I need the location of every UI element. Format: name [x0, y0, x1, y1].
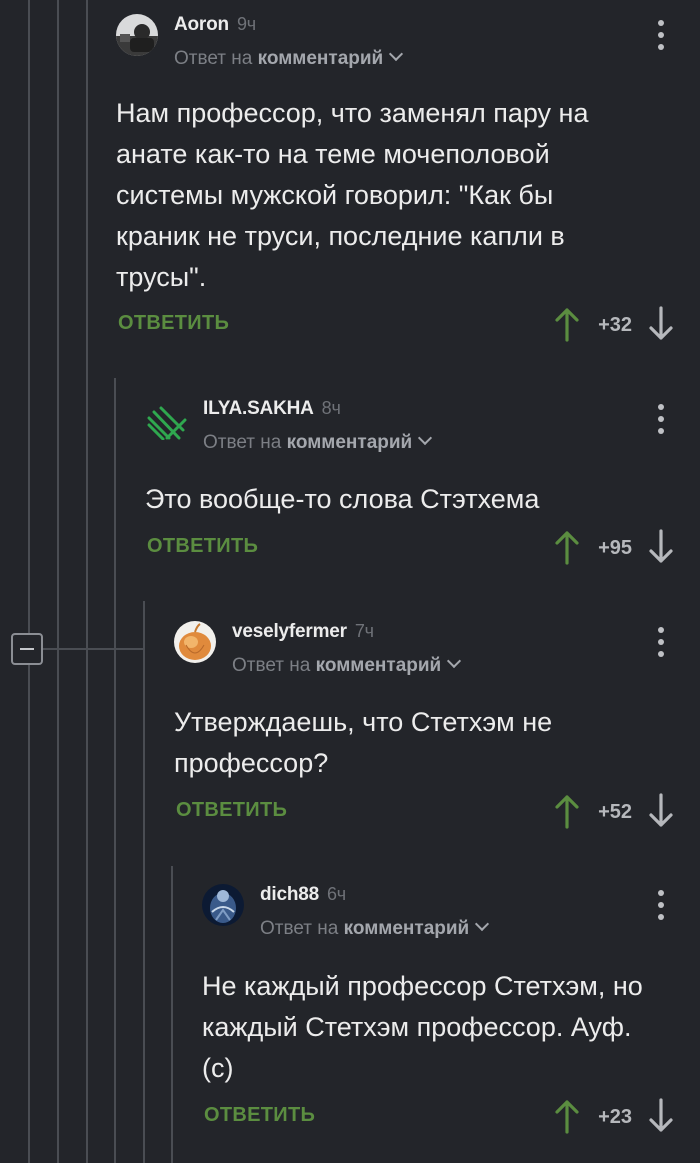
avatar[interactable]: [174, 621, 216, 663]
thread-line: [114, 378, 116, 1163]
comment-text: Это вообще-то слова Стэтхема: [145, 484, 540, 514]
rating-score: +95: [598, 537, 632, 559]
upvote-icon[interactable]: [552, 529, 582, 565]
reply-button[interactable]: ОТВЕТИТЬ: [147, 535, 258, 558]
reply-to-link[interactable]: Ответ на комментарий: [232, 653, 462, 677]
comment-time: 7ч: [354, 621, 374, 641]
comment-actions: ОТВЕТИТЬ +52: [174, 793, 700, 833]
author-name[interactable]: dich88 6ч: [260, 884, 346, 906]
collapse-thread-button[interactable]: [11, 633, 43, 665]
author-name[interactable]: ILYA.SAKHA 8ч: [203, 398, 341, 420]
comment: ILYA.SAKHA 8ч Ответ на комментарий Это во…: [145, 398, 700, 578]
comment-time: 8ч: [321, 398, 341, 418]
thread-line: [171, 866, 173, 1163]
comment-time: 9ч: [236, 14, 256, 34]
comment: veselyfermer 7ч Ответ на комментарий Утве…: [174, 621, 700, 841]
avatar[interactable]: [202, 884, 244, 926]
rating-score: +23: [598, 1106, 632, 1128]
reply-to-link[interactable]: Ответ на комментарий: [260, 916, 490, 940]
avatar[interactable]: [145, 398, 187, 440]
downvote-icon[interactable]: [646, 529, 676, 565]
thread-line: [57, 0, 59, 1163]
thread-line: [143, 601, 145, 1163]
reply-button[interactable]: ОТВЕТИТЬ: [176, 799, 287, 822]
thread-line: [28, 0, 30, 633]
comment-text: Не каждый профессор Стетхэм, но каждый С…: [202, 971, 643, 1083]
downvote-icon[interactable]: [646, 1098, 676, 1134]
chevron-down-icon: [389, 46, 404, 62]
comment-header: veselyfermer 7ч Ответ на комментарий: [174, 621, 700, 676]
author-name[interactable]: veselyfermer 7ч: [232, 621, 374, 643]
author-name[interactable]: Aoron 9ч: [174, 14, 256, 36]
comment-header: ILYA.SAKHA 8ч Ответ на комментарий: [145, 398, 700, 453]
chevron-down-icon: [418, 430, 433, 446]
comment-header: dich88 6ч Ответ на комментарий: [202, 884, 700, 939]
more-options-icon[interactable]: [650, 20, 670, 50]
thread-connector: [43, 648, 144, 650]
upvote-icon[interactable]: [552, 306, 582, 342]
rating-score: +52: [598, 801, 632, 823]
comment-text: Утверждаешь, что Стетхэм не профессор?: [174, 707, 553, 778]
avatar[interactable]: [116, 14, 158, 56]
downvote-icon[interactable]: [646, 306, 676, 342]
comment: Aoron 9ч Ответ на комментарий Нам професс…: [116, 14, 700, 354]
rating-score: +32: [598, 314, 632, 336]
more-options-icon[interactable]: [650, 890, 670, 920]
chevron-down-icon: [447, 653, 462, 669]
more-options-icon[interactable]: [650, 627, 670, 657]
reply-to-link[interactable]: Ответ на комментарий: [174, 46, 404, 70]
comment-time: 6ч: [327, 884, 346, 904]
reply-button[interactable]: ОТВЕТИТЬ: [204, 1104, 315, 1127]
thread-line: [28, 665, 30, 1163]
comment: dich88 6ч Ответ на комментарий Не каждый …: [202, 884, 700, 1144]
downvote-icon[interactable]: [646, 793, 676, 829]
reply-to-link[interactable]: Ответ на комментарий: [203, 430, 433, 454]
comment-header: Aoron 9ч Ответ на комментарий: [116, 14, 700, 69]
reply-button[interactable]: ОТВЕТИТЬ: [118, 312, 229, 335]
more-options-icon[interactable]: [650, 404, 670, 434]
comment-actions: ОТВЕТИТЬ +95: [145, 529, 700, 569]
upvote-icon[interactable]: [552, 793, 582, 829]
comment-actions: ОТВЕТИТЬ +32: [116, 306, 700, 346]
thread-line: [86, 0, 88, 1163]
chevron-down-icon: [475, 916, 490, 932]
comment-actions: ОТВЕТИТЬ +23: [202, 1098, 700, 1138]
upvote-icon[interactable]: [552, 1098, 582, 1134]
comment-text: Нам профессор, что заменял пару на анате…: [116, 98, 589, 292]
